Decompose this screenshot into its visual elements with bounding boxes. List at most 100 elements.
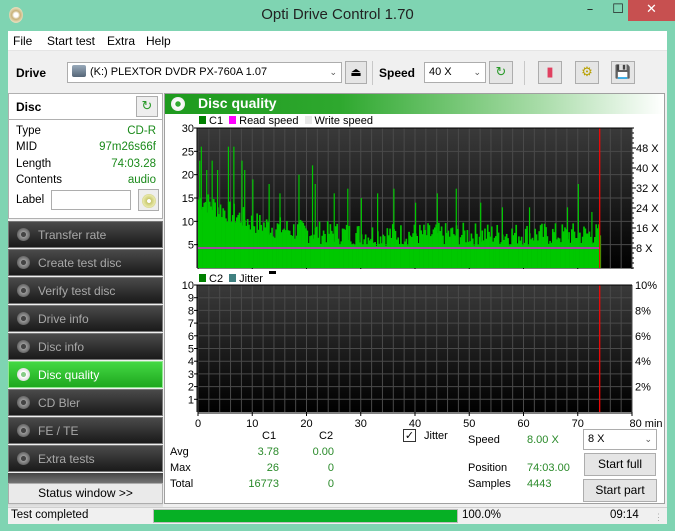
jitter-checkbox[interactable]: ✓ [403,429,416,442]
chevron-down-icon: ⌄ [329,67,337,77]
y-tick-label: 7 [188,318,194,330]
x-tick-label: 50 [463,418,475,430]
x-tick-label: 10 [246,418,258,430]
nav-fe-te[interactable]: FE / TE [8,417,163,444]
save-button[interactable]: 💾 [611,61,635,84]
disc-icon [17,340,30,353]
disc-icon [17,396,30,409]
disc-title: Disc [16,100,42,114]
close-button[interactable]: ✕ [628,0,675,21]
eject-icon: ⏏ [350,65,362,79]
settings-icon: ⚙ [581,65,593,80]
chevron-down-icon: ⌄ [644,434,652,444]
eject-button[interactable]: ⏏ [345,61,367,84]
erase-button[interactable]: ▮ [538,61,562,84]
start-full-button[interactable]: Start full [584,453,656,476]
check-icon: ✓ [404,429,415,442]
disc-icon [17,256,30,269]
nav-transfer-rate[interactable]: Transfer rate [8,221,163,248]
save-icon: 💾 [614,65,632,80]
disc-icon [17,312,30,325]
stats-header-c1: C1 [262,430,277,442]
disc-type-value: CD-R [127,125,156,137]
disc-icon [17,284,30,297]
progress-bar [153,509,458,523]
nav-label: Verify test disc [38,284,116,298]
stats-total-label: Total [170,478,194,490]
disc-label-label: Label [16,194,45,206]
toolbar-separator [524,61,525,85]
nav-cd-bler[interactable]: CD Bler [8,389,163,416]
menu-start-test[interactable]: Start test [47,34,95,48]
x-tick-label: 60 [517,418,529,430]
y-tick-label: 3 [188,369,194,381]
app-frame: File Start test Extra Help Drive (K:) PL… [8,31,667,524]
menu-file[interactable]: File [13,34,32,48]
nav-drive-info[interactable]: Drive info [8,305,163,332]
disc-mid-value: 97m26s66f [99,141,156,153]
disc-refresh-button[interactable]: ↻ [136,96,158,117]
drive-select[interactable]: (K:) PLEXTOR DVDR PX-760A 1.07 ⌄ [67,62,342,83]
refresh-icon: ↻ [141,99,153,114]
speed-select[interactable]: 40 X ⌄ [424,62,486,83]
y-right-tick-label: 8% [635,305,651,317]
disc-contents-value: audio [127,174,156,186]
disc-header: Disc ↻ [9,94,162,120]
nav-label: Extra tests [38,452,95,466]
menu-help[interactable]: Help [146,34,171,48]
title-bar: Opti Drive Control 1.70 – ☐ ✕ [0,0,675,31]
nav-verify-test-disc[interactable]: Verify test disc [8,277,163,304]
stats-avg-c2: 0.00 [312,446,334,458]
test-speed-select[interactable]: 8 X ⌄ [583,429,657,450]
x-tick-label: 20 [300,418,312,430]
stats-header-c2: C2 [319,430,334,442]
cd-icon [142,194,156,208]
refresh-icon: ↻ [495,65,507,80]
disc-icon [17,452,30,465]
menu-extra[interactable]: Extra [107,34,135,48]
position-value: 74:03.00 [527,462,570,474]
y-tick-label: 10 [182,280,194,292]
nav-label: Disc quality [38,368,100,382]
nav-label: FE / TE [38,424,79,438]
resize-grip-icon[interactable]: ⋮ [654,512,663,523]
y-right-tick-label: 4% [635,356,651,368]
nav-disc-info[interactable]: Disc info [8,333,163,360]
settings-button[interactable]: ⚙ [575,61,599,84]
nav-disc-quality[interactable]: Disc quality [8,361,163,388]
disc-label-button[interactable] [138,189,159,211]
y-tick-label: 1 [188,394,194,406]
nav-create-test-disc[interactable]: Create test disc [8,249,163,276]
refresh-speed-button[interactable]: ↻ [489,61,513,84]
nav-label: CD Bler [38,396,81,410]
jitter-checkbox-label: Jitter [424,430,448,442]
nav-label: Transfer rate [38,228,107,242]
x-tick-label: 0 [195,418,201,430]
speed-label: Speed [379,66,416,80]
minimize-button[interactable]: – [576,0,604,21]
nav-extra-tests[interactable]: Extra tests [8,445,163,472]
c2-chart: 123456789102%4%6%8%10%0 10 20 30 40 50 60 70 80 … [182,280,663,430]
y-right-tick-label: 2% [635,382,651,394]
speed-info-value: 8.00 X [527,434,559,446]
samples-label: Samples [468,478,511,490]
disc-contents-label: Contents [16,174,63,186]
toolbar: Drive (K:) PLEXTOR DVDR PX-760A 1.07 ⌄ ⏏… [8,51,667,93]
y-tick-label: 2 [188,382,194,394]
stats-total-c1: 16773 [248,478,279,490]
disc-length-label: Length [16,158,52,170]
status-window-button[interactable]: Status window >> [8,483,163,504]
status-text: Test completed [11,509,89,521]
disc-mid-label: MID [16,141,38,153]
elapsed-time: 09:14 [610,509,639,521]
disc-label-input[interactable] [51,190,131,210]
chevron-down-icon: ⌄ [473,67,481,77]
stats-max-label: Max [170,462,191,474]
speed-value: 40 X [429,66,452,78]
disc-icon [17,424,30,437]
y-tick-label: 4 [188,356,194,368]
start-part-button[interactable]: Start part [583,479,657,502]
progress-text: 100.0% [462,509,502,521]
samples-value: 4443 [527,478,552,490]
stats-max-c1: 26 [266,462,279,474]
